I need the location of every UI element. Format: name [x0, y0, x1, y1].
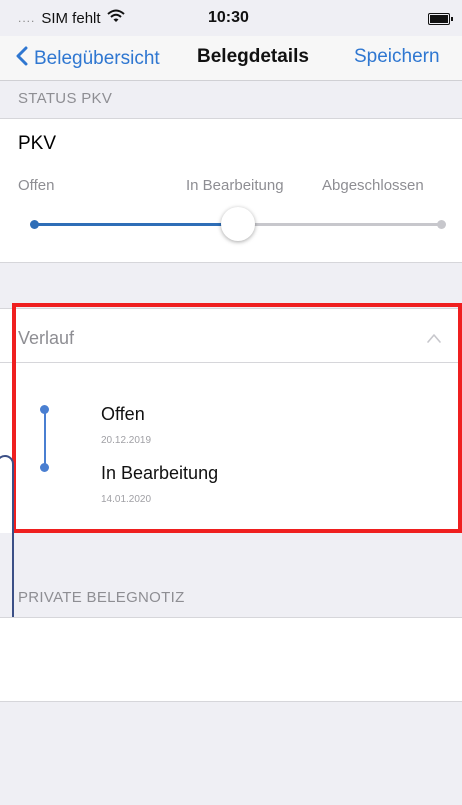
timeline-dot: [40, 463, 49, 472]
back-button-label: Belegübersicht: [34, 48, 160, 69]
status-bar: .... SIM fehlt 10:30: [0, 0, 462, 36]
timeline-entry-date: 14.01.2020: [101, 494, 152, 505]
back-button[interactable]: Belegübersicht: [16, 46, 160, 72]
notiz-section-header: PRIVATE BELEGNOTIZ: [18, 589, 185, 606]
battery-icon: [428, 13, 453, 25]
notiz-field[interactable]: [0, 617, 462, 701]
divider: [0, 118, 462, 119]
divider: [0, 617, 462, 618]
verlauf-title: Verlauf: [18, 328, 75, 348]
timeline-dot: [40, 405, 49, 414]
divider: [0, 308, 462, 309]
status-slider-thumb[interactable]: [221, 207, 255, 241]
divider: [0, 701, 462, 702]
navigation-bar: Belegübersicht Belegdetails Speichern: [0, 36, 462, 81]
save-button[interactable]: Speichern: [354, 46, 440, 68]
timeline-entry-date: 20.12.2019: [101, 435, 152, 446]
step-label-in-bearbeitung: In Bearbeitung: [186, 177, 284, 194]
page-title: Belegdetails: [197, 46, 309, 67]
step-label-offen: Offen: [18, 177, 55, 194]
status-section-header: STATUS PKV: [18, 90, 113, 107]
step-label-abgeschlossen: Abgeschlossen: [322, 177, 424, 194]
chevron-up-icon[interactable]: [426, 331, 442, 343]
status-title: PKV: [18, 133, 57, 154]
signal-dots: ....: [18, 11, 36, 25]
slider-end-dot: [437, 220, 446, 229]
timeline-entry-name: In Bearbeitung: [101, 463, 219, 483]
timeline-entry-name: Offen: [101, 404, 145, 424]
chevron-left-icon: [16, 46, 28, 72]
status-time: 10:30: [208, 9, 249, 26]
carrier-label: SIM fehlt: [41, 9, 101, 27]
wifi-icon: [106, 9, 125, 27]
divider: [0, 262, 462, 263]
carrier-group: .... SIM fehlt: [18, 9, 125, 27]
verlauf-timeline: [0, 363, 462, 533]
slider-track-empty: [238, 223, 442, 226]
slider-track-filled: [34, 223, 238, 226]
slider-start-dot: [30, 220, 39, 229]
timeline-connector: [44, 409, 46, 467]
